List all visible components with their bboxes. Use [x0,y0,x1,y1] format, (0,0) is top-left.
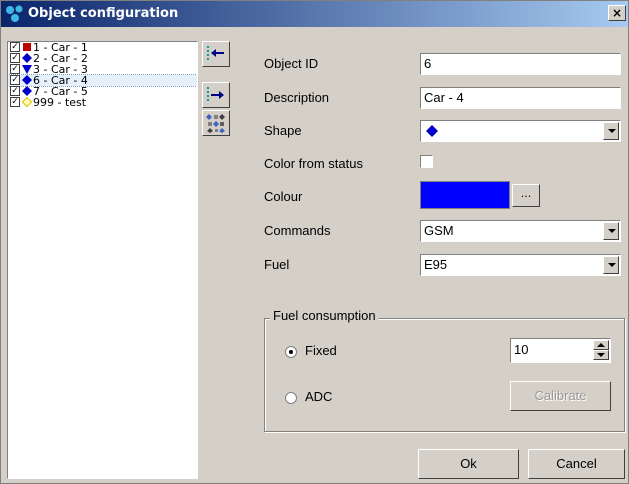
move-left-button[interactable] [202,41,230,67]
item-checkbox[interactable]: ✓ [10,75,20,85]
color-from-status-checkbox[interactable] [420,155,433,168]
color-from-status-label: Color from status [264,156,363,171]
fuel-consumption-group [264,318,625,432]
fuel-label: Fuel [264,257,290,272]
item-checkbox[interactable]: ✓ [10,97,20,107]
title-bar[interactable]: Object configuration × [1,1,628,27]
cancel-button[interactable]: Cancel [528,449,625,479]
object-list[interactable]: ✓ 1 - Car - 1 ✓ 2 - Car - 2 ✓ 3 - Car - … [7,41,198,479]
shape-select[interactable] [420,120,621,142]
colour-label: Colour [264,189,303,204]
app-icon [6,5,23,22]
fixed-label: Fixed [305,343,337,358]
diamond-icon [22,86,32,96]
triangle-down-icon [22,65,32,74]
item-checkbox[interactable]: ✓ [10,86,20,96]
item-checkbox[interactable]: ✓ [10,64,20,74]
object-configuration-window: Object configuration × ✓ 1 - Car - 1 ✓ 2… [0,0,629,484]
spin-up-icon[interactable] [593,340,609,350]
arrow-left-icon [207,46,224,60]
move-right-button[interactable] [202,82,230,108]
fuel-consumption-legend: Fuel consumption [270,308,379,323]
object-id-label: Object ID [264,56,319,71]
close-button[interactable]: × [608,5,626,21]
calibrate-button[interactable]: Calibrate [510,381,611,411]
diamond-outline-icon [22,97,32,108]
commands-value: GSM [424,223,454,238]
window-title: Object configuration [28,6,179,21]
chevron-down-icon[interactable] [603,122,619,140]
fixed-value-spinner[interactable]: 10 [510,338,611,363]
shape-label: Shape [264,123,302,138]
diamond-icon [22,53,32,63]
spin-down-icon[interactable] [593,350,609,360]
icons-grid-icon [206,114,225,133]
diamond-icon [426,125,438,137]
item-checkbox[interactable]: ✓ [10,42,20,52]
fuel-value: E95 [424,257,448,272]
commands-select[interactable]: GSM [420,220,621,242]
description-field[interactable]: Car - 4 [420,87,621,109]
adc-radio[interactable] [285,392,297,404]
adc-label: ADC [305,389,333,404]
fixed-radio[interactable] [285,346,297,358]
colour-picker-button[interactable]: ... [512,184,540,207]
colour-swatch[interactable] [420,181,510,209]
item-label: 999 - test [33,96,87,109]
object-id-field[interactable]: 6 [420,53,621,75]
list-item[interactable]: ✓ 999 - test [8,97,197,108]
arrow-right-icon [207,87,224,101]
diamond-icon [22,75,32,85]
edit-icons-button[interactable] [202,110,230,136]
square-icon [23,43,31,51]
chevron-down-icon[interactable] [603,256,619,274]
commands-label: Commands [264,223,331,238]
chevron-down-icon[interactable] [603,222,619,240]
item-checkbox[interactable]: ✓ [10,53,20,63]
fuel-select[interactable]: E95 [420,254,621,276]
fixed-value: 10 [514,342,529,357]
description-label: Description [264,90,330,105]
ok-button[interactable]: Ok [418,449,519,479]
